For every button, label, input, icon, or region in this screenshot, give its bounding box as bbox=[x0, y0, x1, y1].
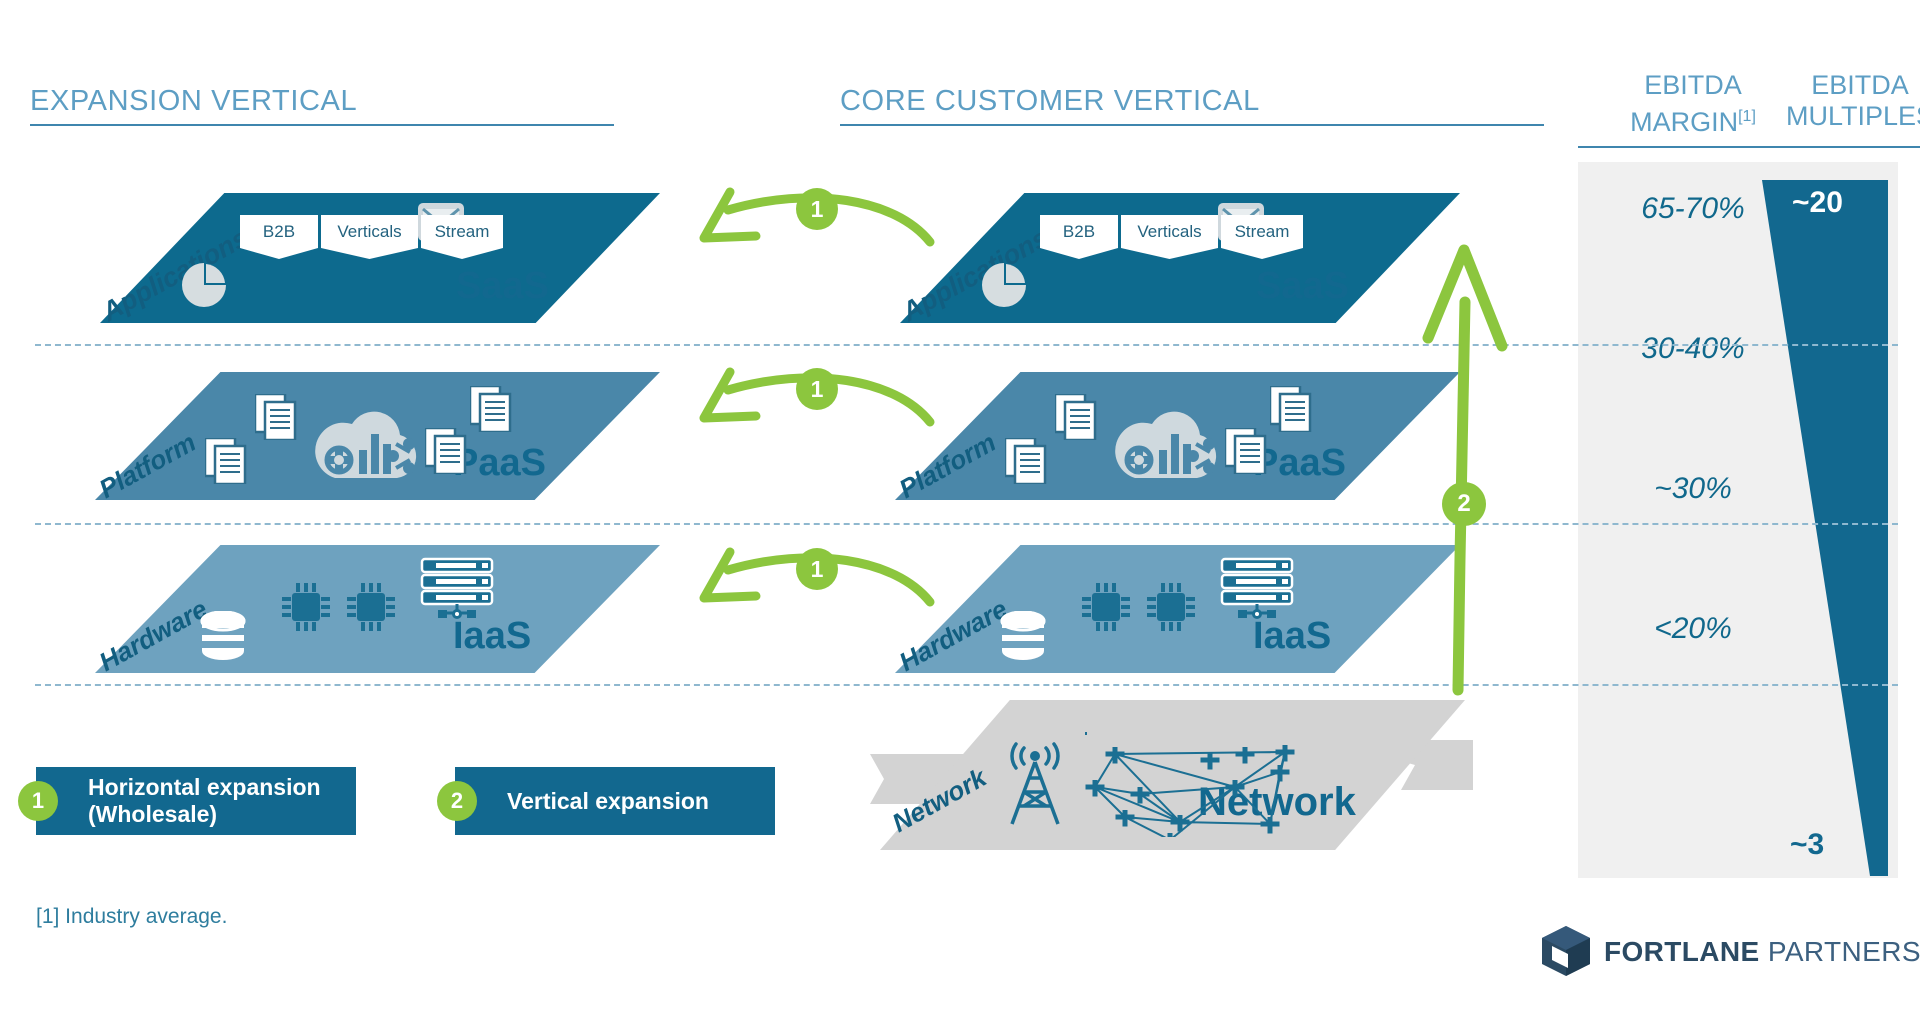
chip-b2b[interactable]: B2B bbox=[240, 215, 318, 248]
ebitda-margin-value-saas: 65-70% bbox=[1641, 192, 1745, 225]
fortlane-cube-logo-icon bbox=[1542, 926, 1590, 976]
documents-icon bbox=[1005, 438, 1047, 484]
radio-tower-icon bbox=[1010, 742, 1060, 825]
pie-chart-icon bbox=[982, 263, 1027, 307]
separator-saas-paas bbox=[35, 344, 1898, 346]
layer-paas-core: Platform PaaS bbox=[894, 372, 1460, 504]
server-rack-icon bbox=[1220, 557, 1294, 619]
legend-vertical-expansion[interactable]: Vertical expansion bbox=[455, 767, 775, 835]
logo-regular-word: PARTNERS bbox=[1759, 936, 1920, 967]
database-icon bbox=[1000, 611, 1046, 660]
legend-horizontal-expansion[interactable]: Horizontal expansion (Wholesale) bbox=[36, 767, 356, 835]
layer-name-saas: SaaS bbox=[456, 265, 549, 307]
documents-icon bbox=[470, 386, 512, 432]
server-rack-icon bbox=[420, 557, 494, 619]
layer-network-core: Network Network bbox=[870, 700, 1473, 850]
documents-icon bbox=[425, 428, 467, 474]
database-icon bbox=[200, 611, 246, 660]
layer-name-saas: SaaS bbox=[1256, 265, 1349, 307]
legend-text-block: Vertical expansion bbox=[507, 788, 709, 815]
layer-iaas-core: Hardware IaaS bbox=[894, 545, 1460, 677]
ebitda-margin-value-paas: 30-40% bbox=[1641, 332, 1745, 365]
layer-saas-expansion: Applications SaaS B2B Verticals Stream bbox=[97, 193, 660, 327]
heading-core-customer-vertical: CORE CUSTOMER VERTICAL bbox=[840, 85, 1260, 117]
legend-text-block: Horizontal expansion (Wholesale) bbox=[88, 774, 321, 828]
legend-badge-1: 1 bbox=[18, 781, 58, 821]
legend-line2: (Wholesale) bbox=[88, 801, 218, 827]
badge-vertical-expansion: 2 bbox=[1442, 482, 1486, 526]
documents-icon bbox=[205, 438, 247, 484]
layer-saas-core: Applications SaaS B2B Verticals Stream bbox=[897, 193, 1460, 327]
cloud-analytics-icon bbox=[1115, 411, 1217, 478]
separator-paas-iaas bbox=[35, 523, 1898, 525]
cpu-chip-icon bbox=[1147, 583, 1195, 631]
network-mesh-icon bbox=[1085, 732, 1295, 837]
heading-measures-rule bbox=[1578, 146, 1920, 148]
wedge-bottom-value: ~3 bbox=[1790, 828, 1825, 861]
chip-stream[interactable]: Stream bbox=[1221, 215, 1303, 248]
fortlane-partners-wordmark: FORTLANE PARTNERS bbox=[1604, 936, 1920, 968]
ebitda-margin-value-iaas: ~30% bbox=[1654, 472, 1732, 505]
footnote: [1] Industry average. bbox=[36, 905, 228, 928]
cloud-analytics-icon bbox=[315, 411, 417, 478]
chip-stream[interactable]: Stream bbox=[421, 215, 503, 248]
vertical-expansion-arrow bbox=[1422, 244, 1508, 696]
badge-horizontal-expansion-iaas: 1 bbox=[796, 548, 838, 590]
cpu-chip-icon bbox=[282, 583, 330, 631]
documents-icon bbox=[1225, 428, 1267, 474]
heading-ebitda-multiples: EBITDA MULTIPLES bbox=[1740, 70, 1920, 132]
ebitda-multiples-wedge bbox=[1762, 180, 1888, 876]
legend-line1: Horizontal expansion bbox=[88, 774, 321, 800]
ebitda-multiples-line1: EBITDA bbox=[1811, 70, 1909, 100]
logo-bold-word: FORTLANE bbox=[1604, 936, 1760, 967]
ebitda-margin-word: MARGIN bbox=[1630, 107, 1739, 137]
badge-horizontal-expansion-saas: 1 bbox=[796, 188, 838, 230]
chip-verticals[interactable]: Verticals bbox=[1121, 215, 1218, 248]
documents-icon bbox=[255, 394, 297, 440]
chip-verticals[interactable]: Verticals bbox=[321, 215, 418, 248]
layer-name-iaas: IaaS bbox=[1253, 615, 1332, 657]
heading-core-rule bbox=[840, 124, 1544, 126]
documents-icon bbox=[1055, 394, 1097, 440]
layer-paas-expansion: Platform PaaS bbox=[94, 372, 660, 504]
slide-canvas: EXPANSION VERTICAL CORE CUSTOMER VERTICA… bbox=[0, 0, 1920, 1024]
cpu-chip-icon bbox=[347, 583, 395, 631]
legend-line1: Vertical expansion bbox=[507, 787, 709, 814]
legend-badge-2: 2 bbox=[437, 781, 477, 821]
documents-icon bbox=[1270, 386, 1312, 432]
badge-horizontal-expansion-paas: 1 bbox=[796, 368, 838, 410]
pie-chart-icon bbox=[182, 263, 227, 307]
layer-name-iaas: IaaS bbox=[453, 615, 532, 657]
heading-expansion-rule bbox=[30, 124, 614, 126]
wedge-top-value: ~20 bbox=[1792, 186, 1843, 219]
cpu-chip-icon bbox=[1082, 583, 1130, 631]
separator-iaas-network bbox=[35, 684, 1898, 686]
ebitda-multiples-line2: MULTIPLES bbox=[1785, 101, 1920, 131]
layer-iaas-expansion: Hardware IaaS bbox=[94, 545, 660, 677]
ebitda-margin-value-network: <20% bbox=[1654, 612, 1732, 645]
heading-expansion-vertical: EXPANSION VERTICAL bbox=[30, 85, 358, 117]
chip-b2b[interactable]: B2B bbox=[1040, 215, 1118, 248]
